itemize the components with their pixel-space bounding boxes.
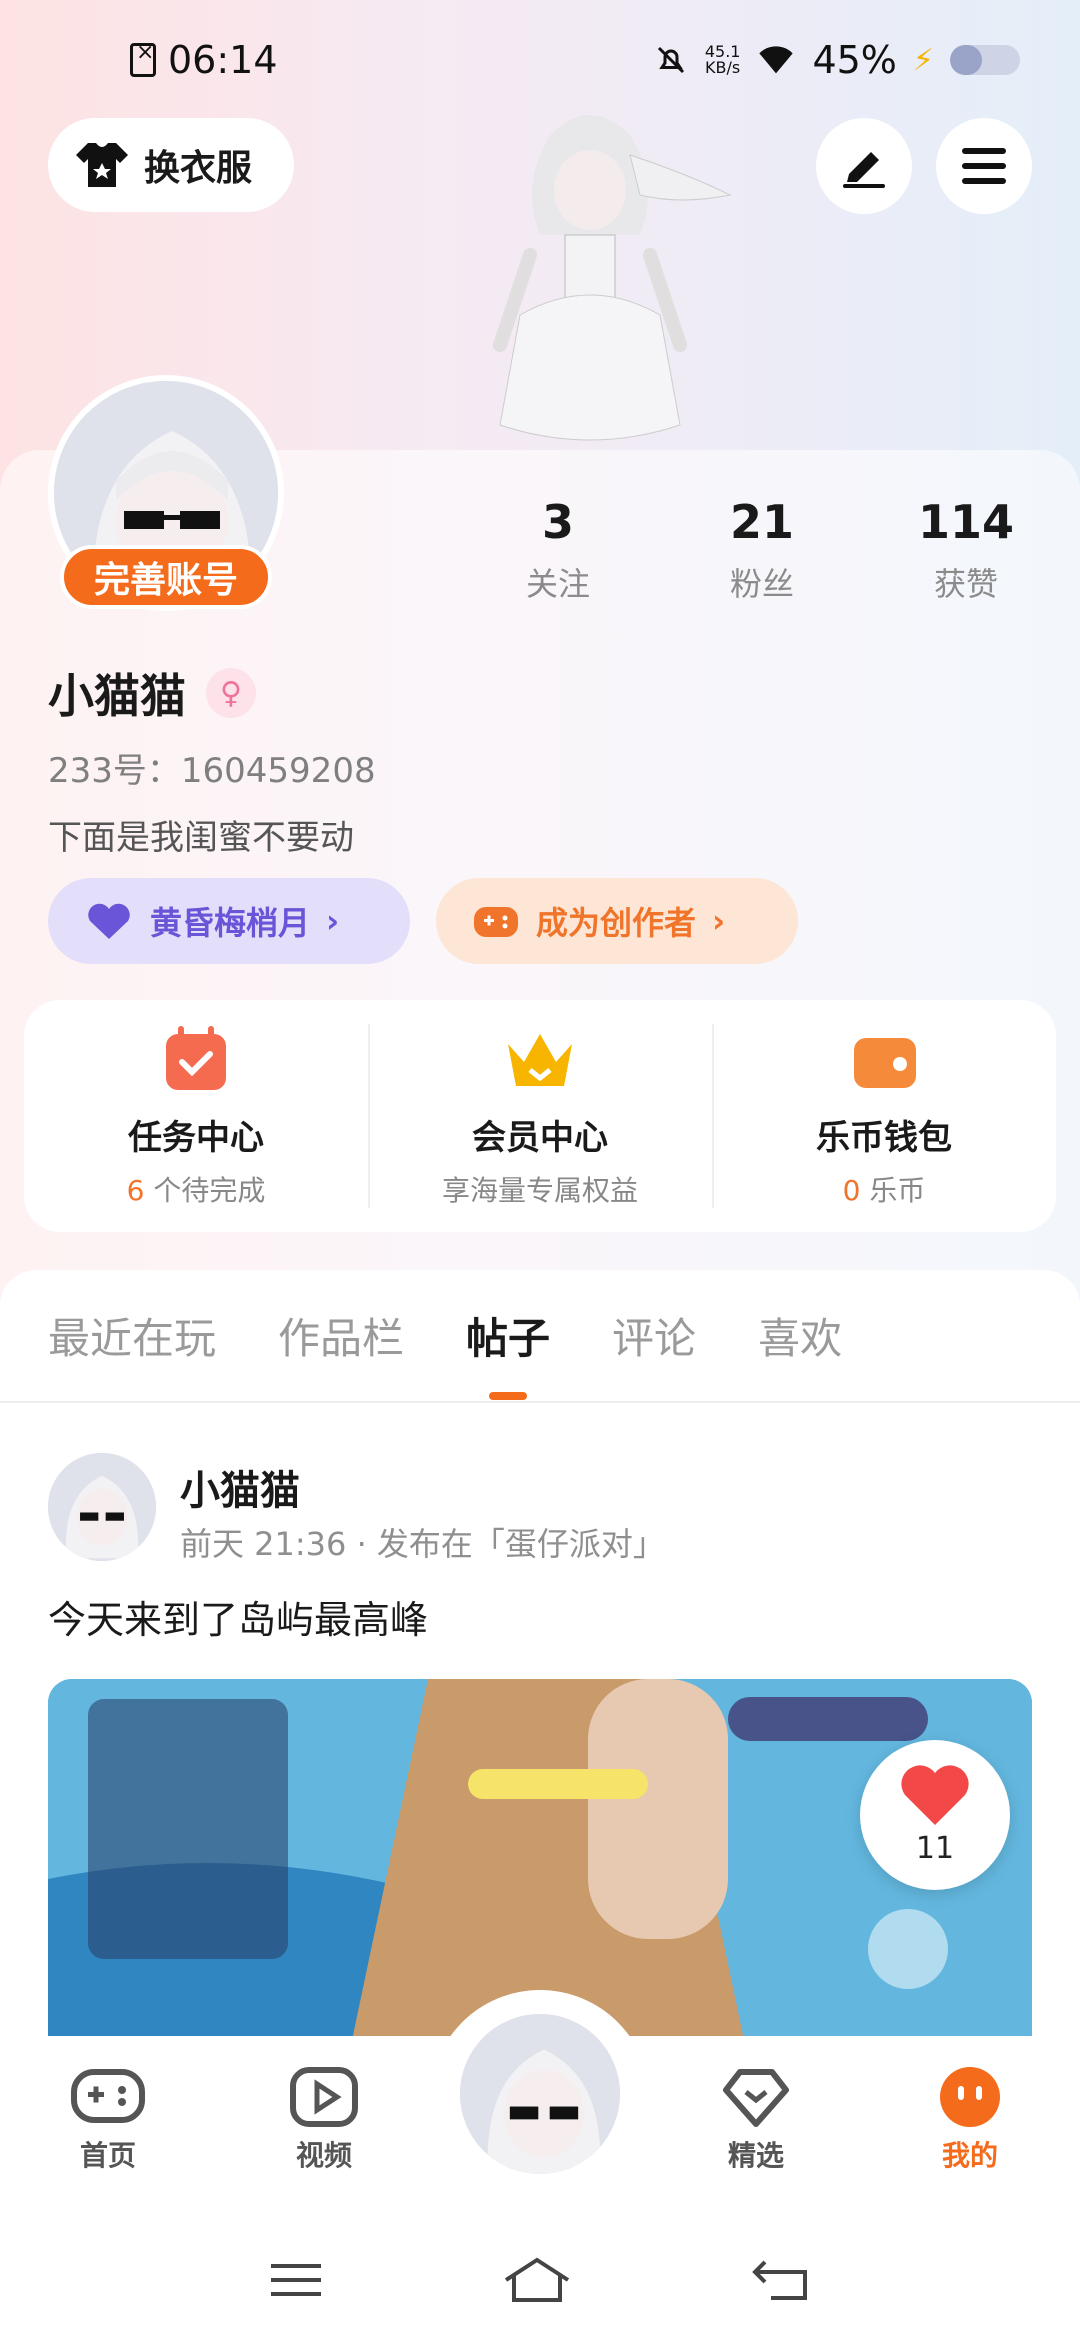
post-text: 今天来到了岛屿最高峰 (48, 1598, 429, 1642)
play-icon (290, 2067, 358, 2127)
user-id[interactable]: 233号：160459208 (48, 743, 376, 792)
pencil-icon (843, 152, 885, 188)
tab-works[interactable]: 作品栏 (278, 1305, 404, 1366)
mute-bell-icon (657, 46, 684, 74)
task-center-sub-text: 个待完成 (144, 1173, 266, 1207)
wallet[interactable]: 乐币钱包 0 乐币 (712, 1000, 1056, 1232)
network-speed: 45.1 KB/s (705, 44, 741, 76)
nav-featured[interactable]: 精选 (686, 2066, 826, 2174)
post-item[interactable]: 小猫猫 前天 21:36 · 发布在「蛋仔派对」 今天来到了岛屿最高峰 (0, 1403, 1080, 2059)
vip-center-sub: 享海量专属权益 (441, 1173, 638, 1207)
change-outfit-button[interactable]: 换衣服 (48, 118, 294, 212)
vip-center[interactable]: 会员中心 享海量专属权益 (368, 1000, 712, 1232)
back-icon[interactable] (751, 2258, 811, 2302)
stat-likes-value: 114 (917, 495, 1015, 549)
like-button[interactable]: 11 (860, 1740, 1010, 1890)
username: 小猫猫 (48, 669, 186, 723)
fan-club-label: 黄昏梅梢月 (150, 904, 311, 942)
like-count: 11 (915, 1830, 955, 1866)
avatar-3d-figure (493, 115, 732, 441)
stat-likes[interactable]: 114 获赞 (886, 495, 1046, 605)
stat-followers[interactable]: 21 粉丝 (682, 495, 842, 605)
nav-home-label: 首页 (79, 2139, 136, 2172)
chevron-right-icon: › (326, 902, 340, 940)
stat-following-value: 3 (541, 495, 574, 549)
task-count: 6 (126, 1173, 145, 1207)
tab-recent-played[interactable]: 最近在玩 (48, 1305, 216, 1366)
heart-diamond-icon (723, 2069, 789, 2127)
heart-icon (901, 1764, 969, 1825)
coin-balance: 0 (842, 1173, 861, 1207)
no-sim-icon (130, 40, 156, 77)
menu-icon (962, 148, 1006, 184)
task-center-sub: 6 个待完成 (127, 1169, 266, 1209)
shirt-icon (76, 143, 128, 187)
recent-apps-icon[interactable] (269, 2260, 323, 2300)
profile-tabs: 最近在玩 作品栏 帖子 评论 喜欢 (0, 1270, 1080, 1403)
wallet-icon (854, 1037, 916, 1088)
stat-followers-value: 21 (729, 495, 794, 549)
heart-badge-icon (88, 903, 130, 939)
female-icon: ♀ (206, 668, 256, 718)
become-creator-button[interactable]: 成为创作者 › (436, 878, 798, 964)
network-speed-unit: KB/s (705, 58, 741, 77)
battery-icon (950, 45, 1020, 75)
nav-mine[interactable]: 我的 (900, 2066, 1040, 2174)
post-author-name[interactable]: 小猫猫 (180, 1458, 300, 1516)
complete-account-badge[interactable]: 完善账号 (60, 545, 272, 609)
nav-home[interactable]: 首页 (38, 2066, 178, 2174)
tab-comments[interactable]: 评论 (612, 1305, 696, 1366)
edit-profile-button[interactable] (816, 118, 912, 214)
task-center-title: 任务中心 (128, 1117, 264, 1158)
user-bio: 下面是我闺蜜不要动 (48, 818, 354, 858)
system-nav-bar (0, 2240, 1080, 2320)
wallet-title: 乐币钱包 (816, 1117, 952, 1158)
become-creator-label: 成为创作者 (536, 904, 697, 942)
gamepad-icon (71, 2069, 145, 2123)
stat-following[interactable]: 3 关注 (478, 495, 638, 605)
center-avatar-image (460, 2014, 620, 2174)
change-outfit-label: 换衣服 (144, 148, 253, 189)
status-time: 06:14 (168, 38, 278, 82)
crown-icon (508, 1033, 572, 1086)
task-center[interactable]: 任务中心 6 个待完成 (24, 1000, 368, 1232)
wifi-icon (759, 46, 794, 74)
menu-button[interactable] (936, 118, 1032, 214)
nav-avatar-center[interactable] (456, 2010, 624, 2178)
nav-video[interactable]: 视频 (254, 2066, 394, 2174)
nav-video-label: 视频 (295, 2139, 352, 2172)
fan-club-button[interactable]: 黄昏梅梢月 › (48, 878, 410, 964)
profile-face-icon (940, 2067, 1000, 2127)
stat-followers-label: 粉丝 (729, 565, 794, 603)
battery-percent: 45% (812, 38, 897, 82)
tab-likes[interactable]: 喜欢 (758, 1305, 842, 1366)
charging-icon: ⚡ (912, 42, 934, 78)
chevron-right-icon: › (712, 902, 726, 940)
nav-mine-label: 我的 (941, 2139, 998, 2172)
gamepad-icon (474, 907, 518, 937)
stat-likes-label: 获赞 (933, 565, 998, 603)
post-meta: 前天 21:36 · 发布在「蛋仔派对」 (180, 1525, 665, 1563)
wallet-sub-text: 乐币 (860, 1173, 926, 1207)
post-author-avatar[interactable] (48, 1453, 156, 1561)
service-center-card: 任务中心 6 个待完成 会员中心 享海量专属权益 乐币钱包 0 乐币 (24, 1000, 1056, 1232)
wallet-sub: 0 乐币 (843, 1169, 926, 1209)
home-icon[interactable] (502, 2256, 572, 2304)
calendar-check-icon (166, 1025, 226, 1090)
battery-level-fill (950, 45, 982, 75)
vip-center-title: 会员中心 (472, 1117, 608, 1158)
tab-posts[interactable]: 帖子 (466, 1305, 550, 1366)
username-row: 小猫猫 ♀ (48, 660, 256, 726)
nav-featured-label: 精选 (727, 2139, 784, 2172)
stat-following-label: 关注 (525, 565, 590, 603)
